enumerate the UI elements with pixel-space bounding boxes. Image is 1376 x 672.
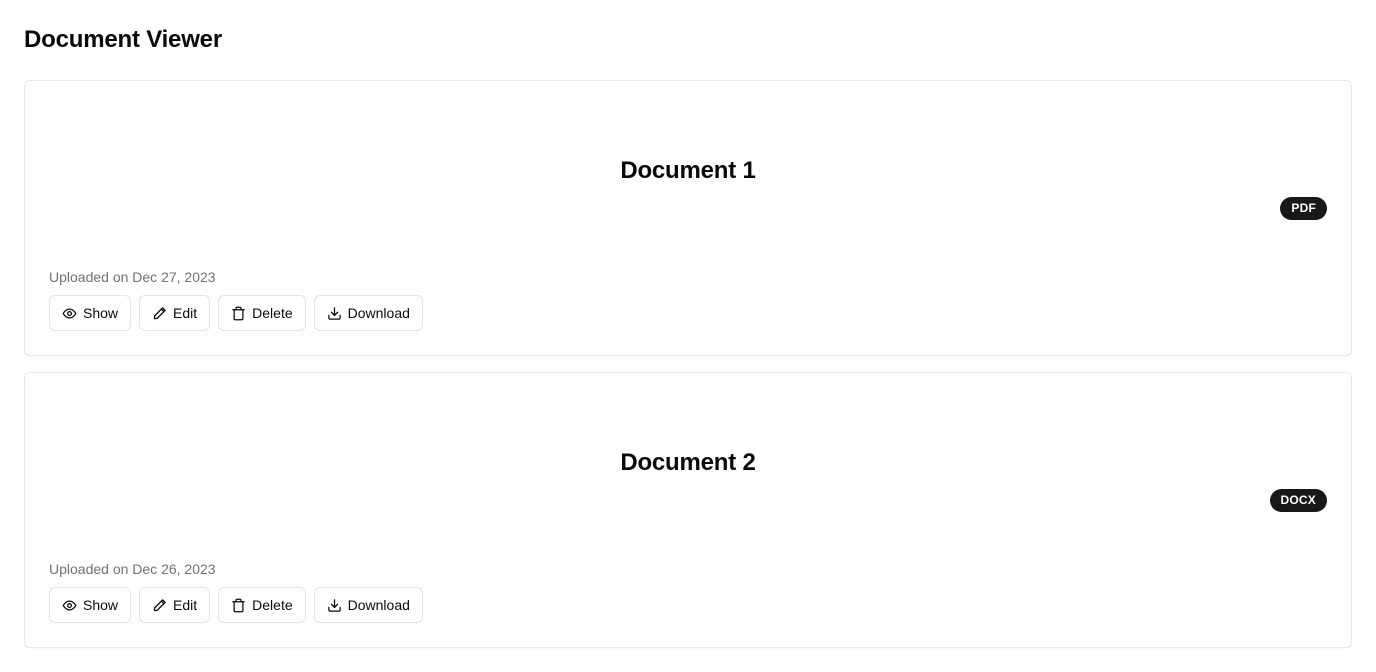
edit-button-label: Edit <box>173 305 198 321</box>
edit-button[interactable]: Edit <box>139 587 211 623</box>
download-button-label: Download <box>347 597 410 613</box>
delete-button-label: Delete <box>252 305 293 321</box>
eye-icon <box>62 306 77 321</box>
show-button-label: Show <box>83 597 119 613</box>
trash-icon <box>231 306 246 321</box>
document-title: Document 1 <box>620 157 756 184</box>
download-icon <box>327 306 342 321</box>
file-type-badge: DOCX <box>1269 489 1327 512</box>
document-viewer-page: Document Viewer Document 1 PDF Uploaded … <box>0 0 1376 672</box>
document-title: Document 2 <box>620 449 756 476</box>
download-button[interactable]: Download <box>313 587 423 623</box>
delete-button[interactable]: Delete <box>218 587 306 623</box>
show-button[interactable]: Show <box>49 587 132 623</box>
download-button-label: Download <box>347 305 410 321</box>
file-type-badge: PDF <box>1280 197 1327 220</box>
delete-button-label: Delete <box>252 597 293 613</box>
page-title: Document Viewer <box>24 26 222 53</box>
show-button-label: Show <box>83 305 119 321</box>
document-actions: Show Edit Delete Download <box>49 295 423 331</box>
trash-icon <box>231 598 246 613</box>
document-actions: Show Edit Delete Download <box>49 587 423 623</box>
document-card: Document 2 DOCX Uploaded on Dec 26, 2023… <box>24 372 1352 648</box>
pencil-icon <box>152 306 167 321</box>
upload-date: Uploaded on Dec 27, 2023 <box>49 269 216 285</box>
edit-button[interactable]: Edit <box>139 295 211 331</box>
download-icon <box>327 598 342 613</box>
show-button[interactable]: Show <box>49 295 132 331</box>
edit-button-label: Edit <box>173 597 198 613</box>
delete-button[interactable]: Delete <box>218 295 306 331</box>
upload-date: Uploaded on Dec 26, 2023 <box>49 561 216 577</box>
document-card: Document 1 PDF Uploaded on Dec 27, 2023 … <box>24 80 1352 356</box>
download-button[interactable]: Download <box>313 295 423 331</box>
pencil-icon <box>152 598 167 613</box>
eye-icon <box>62 598 77 613</box>
